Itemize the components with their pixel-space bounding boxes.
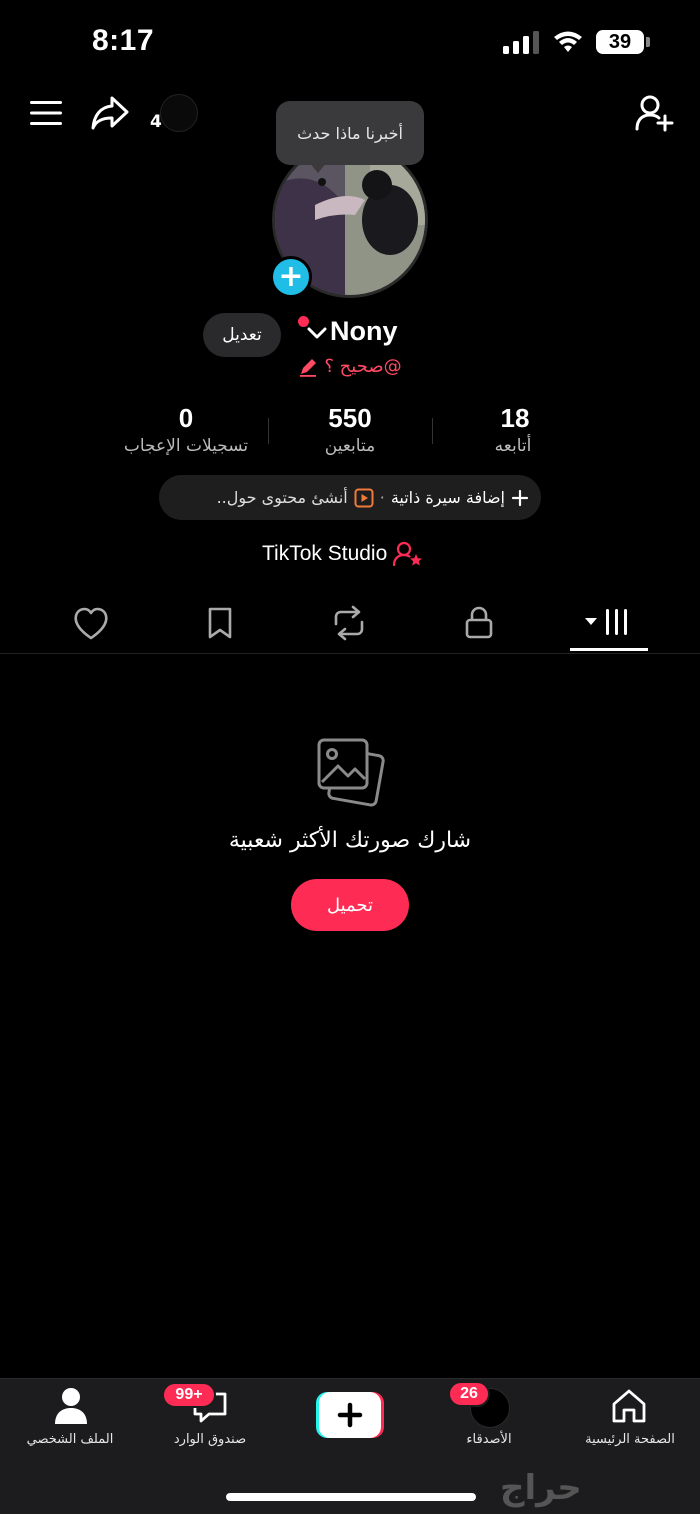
- repost-tab-icon[interactable]: [324, 600, 374, 646]
- avatar[interactable]: [160, 94, 198, 132]
- likes-count[interactable]: 0: [106, 403, 266, 434]
- create-plus-button[interactable]: [316, 1392, 384, 1438]
- followers-label[interactable]: متابعين: [260, 436, 440, 456]
- tooltip[interactable]: أخبرنا ماذا حدث: [276, 101, 424, 165]
- nav-inbox-label[interactable]: صندوق الوارد: [145, 1432, 275, 1447]
- nav-friends-label[interactable]: الأصدقاء: [424, 1432, 554, 1447]
- home-icon[interactable]: [609, 1386, 649, 1426]
- handle-text: @صحيح ؟: [324, 356, 402, 377]
- private-tab-lock-icon[interactable]: [454, 600, 504, 646]
- add-friend-icon[interactable]: [634, 94, 674, 132]
- profile-person-icon[interactable]: [52, 1386, 90, 1426]
- studio-label: TikTok Studio: [262, 542, 388, 565]
- wifi-icon: [554, 31, 582, 52]
- following-count[interactable]: 18: [435, 403, 595, 434]
- nav-home-label[interactable]: الصفحة الرئيسية: [565, 1432, 695, 1447]
- saved-tab-bookmark-icon[interactable]: [195, 600, 245, 646]
- photo-gallery-icon: [317, 738, 385, 807]
- home-indicator[interactable]: [226, 1493, 476, 1501]
- video-content-icon: [354, 488, 374, 507]
- upload-button[interactable]: تحميل: [291, 879, 409, 931]
- nav-profile-label[interactable]: الملف الشخصي: [5, 1432, 135, 1447]
- add-avatar-button[interactable]: +: [270, 256, 312, 298]
- followers-count[interactable]: 550: [270, 403, 430, 434]
- battery-tip: [646, 37, 650, 47]
- status-time: 8:17: [92, 24, 155, 57]
- chevron-down-icon[interactable]: [306, 325, 328, 341]
- separator: ·: [379, 488, 385, 507]
- username[interactable]: Nony: [330, 316, 398, 347]
- edit-profile-button[interactable]: تعديل: [203, 313, 281, 357]
- tiktok-studio-link[interactable]: TikTok Studio: [262, 541, 423, 567]
- battery-indicator: 39: [596, 30, 644, 54]
- friends-badge: 26: [448, 1381, 490, 1407]
- menu-icon[interactable]: [30, 100, 62, 126]
- tooltip-tail: [309, 162, 327, 173]
- watermark: حراج: [500, 1468, 582, 1508]
- cellular-signal-icon: [503, 30, 541, 54]
- pencil-icon: [300, 358, 317, 377]
- plus-icon: [511, 489, 529, 506]
- videos-tab-grid-icon[interactable]: [584, 600, 634, 646]
- following-label[interactable]: أتابعه: [423, 436, 603, 456]
- add-bio-label[interactable]: إضافة سيرة ذاتية: [391, 488, 505, 507]
- inbox-badge: 99+: [162, 1382, 216, 1408]
- share-count: 4: [150, 112, 162, 132]
- tab-separator: [0, 653, 700, 654]
- share-icon[interactable]: [90, 95, 130, 131]
- create-content-label[interactable]: أنشئ محتوى حول..: [217, 488, 348, 507]
- likes-label[interactable]: تسجيلات الإعجاب: [96, 436, 276, 456]
- empty-state-title: شارك صورتك الأكثر شعبية: [228, 828, 472, 853]
- active-tab-indicator: [570, 648, 648, 651]
- liked-tab-heart-icon[interactable]: [66, 600, 116, 646]
- bio-prompt-pill[interactable]: إضافة سيرة ذاتية · أنشئ محتوى حول..: [159, 475, 541, 520]
- studio-user-star-icon: [393, 541, 423, 567]
- user-handle[interactable]: @صحيح ؟: [290, 356, 410, 377]
